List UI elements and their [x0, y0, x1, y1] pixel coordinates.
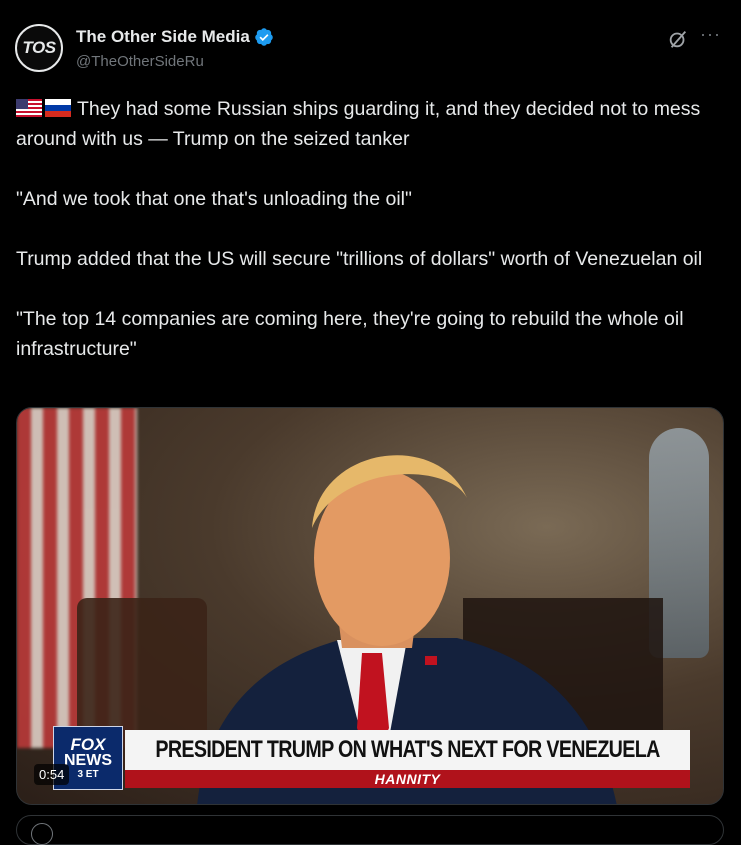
news-lower-third: FOX NEWS 3 ET PRESIDENT TRUMP ON WHAT'S … — [53, 726, 693, 790]
quoted-avatar — [31, 823, 53, 845]
logo-text-bottom: 3 ET — [77, 768, 99, 780]
logo-text-top: FOX — [70, 734, 106, 754]
tweet-line-3: Trump added that the US will secure "tri… — [16, 248, 703, 270]
show-name: HANNITY — [374, 771, 441, 787]
grok-icon[interactable] — [667, 28, 689, 50]
tweet-header: TOS The Other Side Media @TheOtherSideRu… — [15, 24, 727, 74]
author-name[interactable]: The Other Side Media — [76, 27, 250, 47]
flag-us-icon — [16, 99, 42, 117]
tweet-line-2: "And we took that one that's unloading t… — [16, 188, 412, 210]
tweet-line-1: They had some Russian ships guarding it,… — [16, 98, 701, 150]
headline-bar: PRESIDENT TRUMP ON WHAT'S NEXT FOR VENEZ… — [125, 730, 690, 770]
author-avatar[interactable]: TOS — [15, 24, 63, 72]
flag-ru-icon — [45, 99, 71, 117]
more-icon[interactable]: ··· — [700, 24, 721, 45]
tweet-text: They had some Russian ships guarding it,… — [16, 94, 728, 364]
verified-badge-icon — [255, 28, 273, 46]
avatar-text: TOS — [22, 38, 56, 57]
headline-text: PRESIDENT TRUMP ON WHAT'S NEXT FOR VENEZ… — [155, 736, 660, 763]
logo-text-mid: NEWS — [64, 751, 112, 769]
video-player[interactable]: FOX NEWS 3 ET PRESIDENT TRUMP ON WHAT'S … — [16, 407, 724, 805]
tweet-line-4: "The top 14 companies are coming here, t… — [16, 308, 684, 360]
show-bar: HANNITY — [125, 770, 690, 788]
author-handle[interactable]: @TheOtherSideRu — [76, 53, 204, 70]
author-name-row: The Other Side Media — [76, 27, 274, 47]
tweet-paragraph-1: They had some Russian ships guarding it,… — [16, 94, 728, 154]
video-duration: 0:54 — [34, 764, 70, 785]
quoted-card-partial[interactable] — [16, 815, 724, 845]
flag-emojis — [16, 99, 71, 117]
